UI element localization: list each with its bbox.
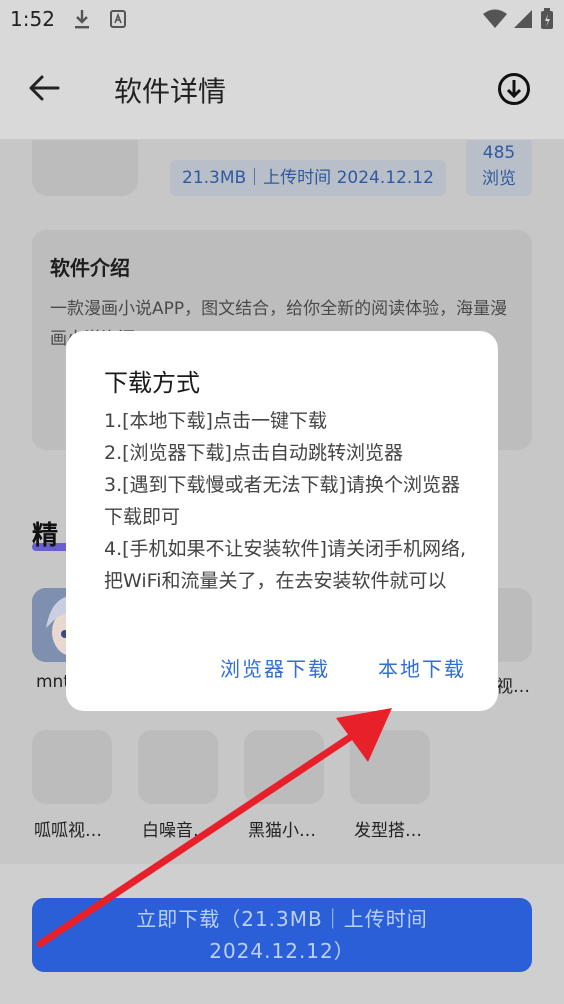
app-tile-whitenoise[interactable] [138,730,218,804]
download-status-icon [75,10,89,29]
back-arrow-icon[interactable] [26,70,62,106]
download-now-button[interactable]: 立即下载（21.3MB｜上传时间 2024.12.12） [32,898,532,972]
app-label-guagua: 呱呱视… [34,821,102,841]
app-notification-icon [110,10,126,28]
cta-line-1: 立即下载（21.3MB｜上传时间 [136,907,428,931]
battery-icon [541,8,553,29]
views-chip: 485 浏览 [466,140,532,196]
app-label-mnt: mnt [36,672,70,692]
dialog-line-2: 2.[浏览器下载]点击自动跳转浏览器 [104,442,403,464]
dialog-line-3: 3.[遇到下载慢或者无法下载]请换个浏览器下载即可 [104,474,460,528]
bottom-bar: 立即下载（21.3MB｜上传时间 2024.12.12） [0,864,564,1004]
dialog-line-1: 1.[本地下载]点击一键下载 [104,410,327,432]
app-label-hairstyle: 发型搭… [354,821,422,841]
dialog-line-4: 4.[手机如果不让安装软件]请关闭手机网络,把WiFi和流量关了，在去安装软件就… [104,538,466,592]
download-method-dialog: 下载方式 1.[本地下载]点击一键下载 2.[浏览器下载]点击自动跳转浏览器 3… [66,331,498,711]
app-tile-guagua[interactable] [32,730,112,804]
app-label-4: 视… [496,677,530,697]
page-title: 软件详情 [114,75,227,108]
views-label: 浏览 [482,169,516,189]
app-label-whitenoise: 白噪音… [142,821,210,841]
status-bar: 1:52 [0,0,564,38]
browser-download-button[interactable]: 浏览器下载 [220,653,330,682]
section-title: 精 [32,521,59,551]
status-time: 1:52 [10,7,55,31]
signal-icon [514,10,532,28]
wifi-icon [483,9,507,28]
app-label-blackcat: 黑猫小… [248,821,316,841]
dialog-title: 下载方式 [104,369,200,397]
cta-line-2: 2024.12.12） [209,939,355,963]
download-circle-icon[interactable] [496,71,532,107]
app-tile-hairstyle[interactable] [350,730,430,804]
app-bar: 软件详情 [0,38,564,140]
intro-title: 软件介绍 [50,256,130,280]
app-icon [32,140,138,196]
app-meta-chip: 21.3MB｜上传时间 2024.12.12 [170,160,446,196]
local-download-button[interactable]: 本地下载 [378,653,466,682]
views-count: 485 [482,143,516,163]
dialog-body: 1.[本地下载]点击一键下载 2.[浏览器下载]点击自动跳转浏览器 3.[遇到下… [104,405,474,597]
app-tile-blackcat[interactable] [244,730,324,804]
